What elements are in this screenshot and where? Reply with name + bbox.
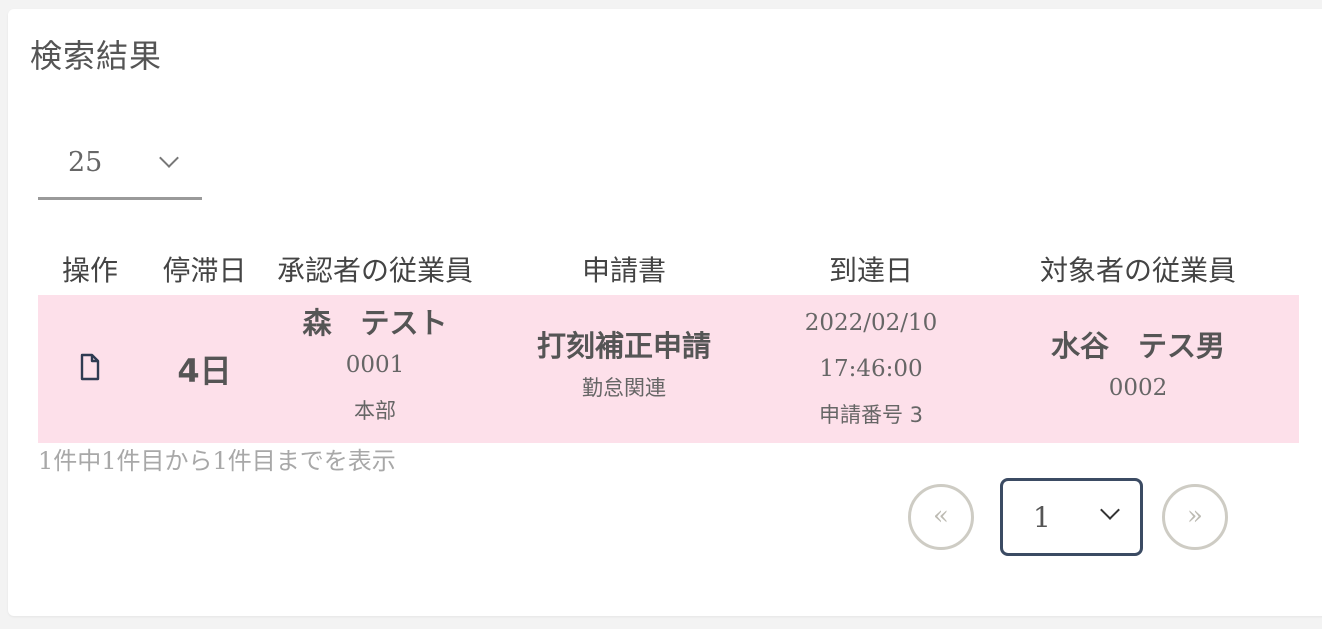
results-table: 操作 停滞日 承認者の従業員 申請書 到達日 対象者の従業員 4日 森 テスト …: [38, 243, 1299, 443]
target-employee-code: 0002: [1108, 375, 1168, 401]
column-header-stagnation-days: 停滞日: [162, 254, 247, 287]
action-cell: [38, 295, 142, 443]
panel-title: 検索結果: [30, 37, 163, 75]
application-name: 打刻補正申請: [536, 329, 711, 363]
next-page-button[interactable]: »: [1162, 484, 1228, 550]
results-summary: 1件中1件目から1件目までを表示: [38, 447, 396, 475]
column-header-application: 申請書: [581, 254, 666, 287]
target-employee-name: 水谷 テス男: [1050, 329, 1225, 363]
page-size-select[interactable]: 25: [38, 139, 202, 200]
current-page-value: 1: [1033, 501, 1051, 534]
approver-cell: 森 テスト 0001 本部: [267, 295, 483, 443]
application-number: 申請番号 3: [818, 403, 924, 427]
approver-code: 0001: [345, 352, 405, 378]
application-category: 勤怠関連: [582, 376, 666, 400]
column-header-target-employee: 対象者の従業員: [1039, 254, 1236, 287]
stagnation-days-cell: 4日: [142, 295, 267, 443]
column-header-approver: 承認者の従業員: [276, 254, 473, 287]
column-header-action: 操作: [61, 254, 118, 287]
target-employee-cell: 水谷 テス男 0002: [977, 295, 1299, 443]
page-size-value: 25: [68, 147, 103, 178]
approver-name: 森 テスト: [302, 306, 448, 340]
arrival-datetime: 2022/02/10 17:46:00: [804, 310, 938, 382]
approver-department: 本部: [354, 399, 396, 423]
document-icon[interactable]: [79, 353, 101, 386]
page-number-select[interactable]: 1: [1000, 478, 1143, 556]
table-header-row: 操作 停滞日 承認者の従業員 申請書 到達日 対象者の従業員: [38, 243, 1299, 295]
previous-page-button[interactable]: «: [908, 484, 974, 550]
chevron-down-icon: [1100, 500, 1120, 520]
column-header-arrival-date: 到達日: [828, 254, 913, 287]
stagnation-days: 4日: [177, 352, 232, 390]
application-cell: 打刻補正申請 勤怠関連: [483, 295, 765, 443]
table-row: 4日 森 テスト 0001 本部 打刻補正申請 勤怠関連 2022/02/10 …: [38, 295, 1299, 443]
arrival-cell: 2022/02/10 17:46:00 申請番号 3: [765, 295, 977, 443]
search-results-panel: 検索結果 25 操作 停滞日 承認者の従業員 申請書 到達日 対象者の従業員 4…: [8, 9, 1322, 616]
chevron-down-icon: [159, 148, 179, 168]
